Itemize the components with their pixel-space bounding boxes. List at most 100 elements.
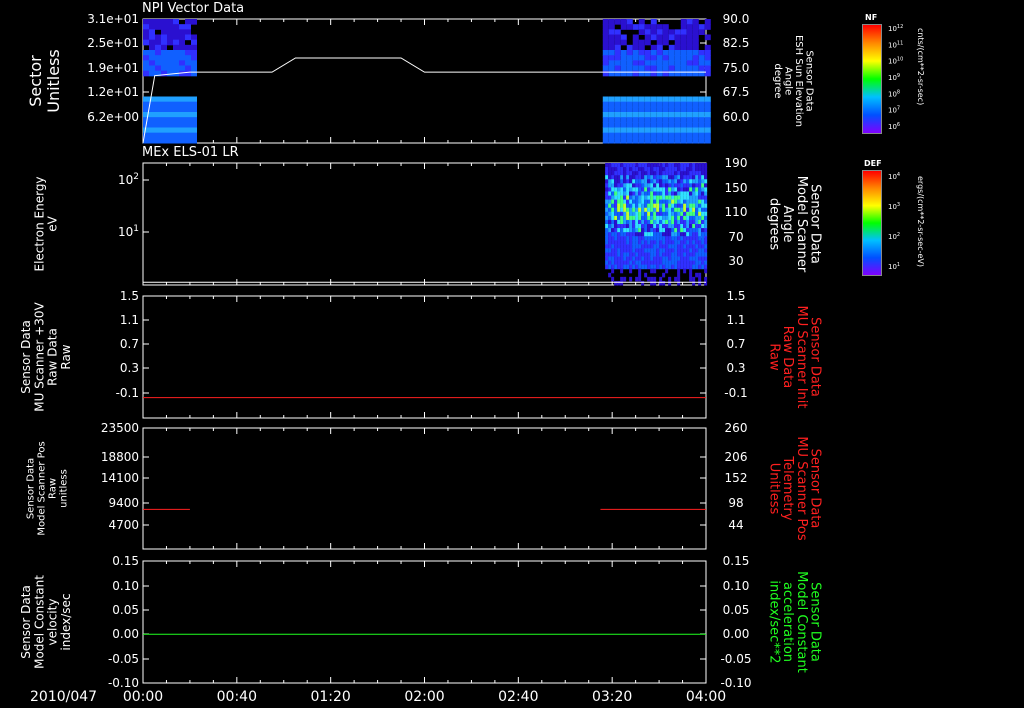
els-spectrogram-cell — [626, 248, 630, 253]
els-spectrogram-cell — [629, 252, 633, 258]
npi-colorbar-tick: 109 — [888, 73, 900, 82]
els-spectrogram-cell — [608, 195, 612, 201]
els-spectrogram-cell — [665, 183, 669, 188]
els-spectrogram-cell — [662, 211, 666, 217]
els-spectrogram-cell — [617, 175, 621, 180]
npi-spectrogram-cell — [680, 117, 687, 123]
els-spectrogram-cell — [674, 171, 678, 176]
els-spectrogram-cell — [647, 260, 651, 266]
els-spectrogram-cell — [689, 224, 693, 229]
els-spectrogram-cell — [662, 183, 666, 188]
npi-spectrogram-cell — [608, 122, 615, 128]
els-spectrogram-cell — [638, 228, 642, 233]
npi-spectrogram-cell — [662, 127, 669, 134]
npi-panel-title: NPI Vector Data — [142, 1, 245, 16]
els-spectrogram-cell — [659, 175, 663, 180]
els-colorbar-label: DEF — [864, 159, 882, 168]
els-spectrogram-cell — [611, 244, 615, 249]
els-spectrogram-cell — [611, 268, 615, 274]
els-spectrogram-cell — [659, 260, 663, 266]
npi-spectrogram-cell — [602, 70, 609, 77]
els-spectrogram-cell — [623, 276, 627, 282]
els-spectrogram-cell — [620, 191, 624, 197]
panel-scanner-pos-ytick-label: 14100 — [101, 471, 139, 485]
els-colorbar-tick: 103 — [888, 202, 900, 211]
els-spectrogram-cell — [683, 199, 687, 205]
els-spectrogram-cell — [689, 219, 693, 225]
npi-spectrogram-cell — [155, 127, 161, 134]
els-spectrogram-cell — [692, 171, 696, 176]
npi-spectrogram-cell — [143, 96, 149, 103]
npi-spectrogram-cell — [692, 29, 699, 35]
npi-spectrogram-cell — [692, 19, 699, 25]
npi-spectrogram-cell — [149, 19, 155, 25]
npi-spectrogram-cell — [614, 70, 621, 77]
els-panel-title: MEx ELS-01 LR — [142, 145, 239, 160]
els-spectrogram-cell — [656, 195, 660, 201]
els-spectrogram-cell — [659, 167, 663, 172]
npi-spectrogram-cell — [686, 101, 693, 108]
npi-spectrogram-cell — [614, 55, 621, 61]
els-spectrogram-cell — [701, 195, 705, 201]
els-spectrogram-cell — [668, 195, 672, 201]
els-spectrogram-cell — [683, 183, 687, 188]
els-spectrogram-cell — [653, 228, 657, 233]
els-spectrogram-cell — [608, 187, 612, 192]
npi-spectrogram-cell — [704, 55, 711, 61]
els-spectrogram-cell — [683, 167, 687, 172]
els-spectrogram-cell — [653, 179, 657, 184]
els-spectrogram-cell — [677, 248, 681, 253]
els-spectrogram-cell — [617, 179, 621, 184]
els-spectrogram-cell — [644, 219, 648, 225]
els-spectrogram-cell — [698, 224, 702, 229]
els-spectrogram-cell — [635, 236, 639, 241]
els-spectrogram-cell — [671, 163, 675, 168]
els-spectrogram-cell — [653, 224, 657, 229]
els-spectrogram-cell — [635, 276, 639, 282]
els-spectrogram-cell — [656, 191, 660, 197]
npi-spectrogram-cell — [185, 101, 191, 108]
npi-spectrogram-cell — [179, 132, 185, 139]
els-spectrogram-cell — [674, 219, 678, 225]
els-spectrogram-cell — [605, 163, 609, 168]
els-spectrogram-cell — [683, 207, 687, 213]
npi-spectrogram-cell — [686, 34, 693, 41]
npi-spectrogram-cell — [674, 29, 681, 35]
panel-npi-left-axis-label: Sector — [26, 55, 45, 107]
npi-spectrogram-cell — [644, 117, 651, 123]
els-spectrogram-cell — [632, 224, 636, 229]
els-spectrogram-cell — [689, 272, 693, 278]
els-spectrogram-cell — [686, 175, 690, 180]
els-spectrogram-cell — [638, 272, 642, 278]
npi-spectrogram-cell — [656, 112, 663, 118]
els-spectrogram-cell — [686, 171, 690, 176]
els-spectrogram-cell — [689, 248, 693, 253]
npi-spectrogram-cell — [167, 29, 173, 35]
els-spectrogram-cell — [623, 167, 627, 172]
els-spectrogram-cell — [674, 179, 678, 184]
els-spectrogram-cell — [647, 240, 651, 245]
els-spectrogram-cell — [680, 195, 684, 201]
npi-spectrogram-cell — [692, 70, 699, 77]
npi-spectrogram-cell — [626, 127, 633, 134]
els-spectrogram-cell — [692, 215, 696, 221]
els-spectrogram-cell — [662, 272, 666, 278]
npi-colorbar-tick: 107 — [888, 106, 900, 115]
els-spectrogram-cell — [695, 163, 699, 168]
els-spectrogram-cell — [614, 179, 618, 184]
els-spectrogram-cell — [641, 171, 645, 176]
els-spectrogram-cell — [695, 260, 699, 266]
els-spectrogram-cell — [641, 260, 645, 266]
els-spectrogram-cell — [632, 244, 636, 249]
els-spectrogram-cell — [647, 175, 651, 180]
els-spectrogram-cell — [689, 195, 693, 201]
els-spectrogram-cell — [617, 244, 621, 249]
npi-spectrogram-cell — [674, 137, 681, 144]
npi-spectrogram-cell — [608, 137, 615, 144]
els-spectrogram-cell — [659, 215, 663, 221]
els-spectrogram-cell — [617, 171, 621, 176]
els-spectrogram-cell — [662, 175, 666, 180]
npi-spectrogram-cell — [668, 96, 675, 103]
npi-spectrogram-cell — [161, 24, 167, 30]
els-spectrogram-cell — [644, 264, 648, 270]
